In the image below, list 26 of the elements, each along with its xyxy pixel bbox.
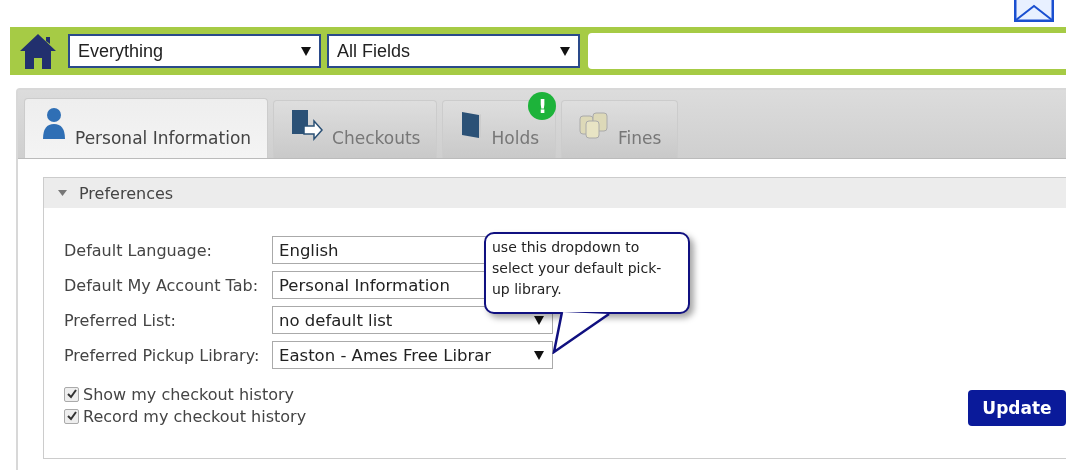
caret-icon (301, 46, 311, 56)
person-icon (41, 106, 67, 141)
checkbox-label: Show my checkout history (83, 384, 294, 404)
book-icon (459, 109, 484, 140)
checkbox-label: Record my checkout history (83, 406, 307, 426)
caret-icon (534, 350, 544, 360)
alert-badge: ! (528, 92, 557, 120)
scope-dropdown[interactable]: Everything (68, 34, 321, 68)
book-arrow-icon (290, 107, 325, 142)
tab[interactable]: Personal Information (24, 98, 269, 158)
caret-icon (560, 46, 570, 56)
field-dropdown[interactable]: All Fields (327, 34, 580, 68)
update-button[interactable]: Update (968, 390, 1066, 426)
coins-icon (578, 109, 611, 140)
field-label: Preferred Pickup Library: (64, 345, 261, 365)
field-label: Default Language: (64, 240, 213, 260)
dropdown[interactable]: Easton - Ames Free Librar (272, 341, 553, 369)
field-label: Preferred List: (64, 310, 177, 330)
search-field[interactable] (588, 33, 1066, 69)
mail-icon[interactable] (1014, 0, 1054, 22)
home-icon[interactable] (18, 31, 58, 71)
callout-pointer (552, 312, 612, 354)
checkbox[interactable] (64, 408, 79, 424)
checkbox[interactable] (64, 386, 79, 402)
field-label: Default My Account Tab: (64, 275, 260, 295)
section-header[interactable]: Preferences (44, 178, 1066, 208)
